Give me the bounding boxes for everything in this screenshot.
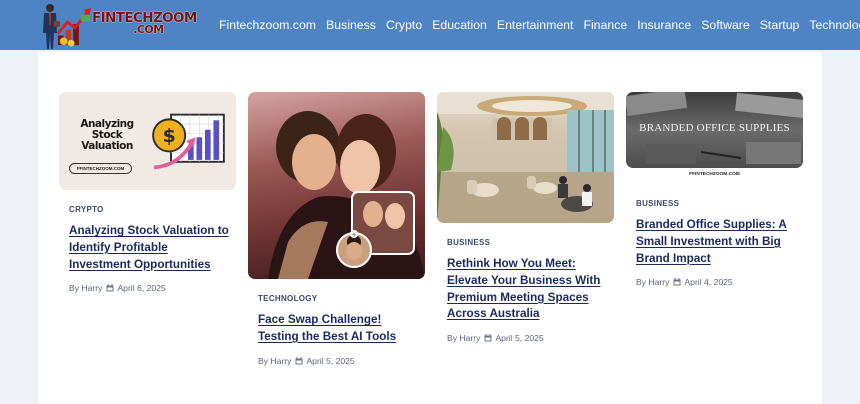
post-card: + TECHNOLOGY Face Swap Challenge! Testin… [248,92,425,366]
post-author[interactable]: By Harry [69,283,102,293]
nav-item-software[interactable]: Software [701,18,750,32]
stock-chart-illustration-icon: $ [152,113,225,170]
post-card: Analyzing Stock Valuation FFINTECHZOOM.C… [59,92,236,293]
site-header: FINTECHZOOM .COM Fintechzoom.com Busines… [0,0,860,50]
nav-item-crypto[interactable]: Crypto [386,18,422,32]
nav-item-business[interactable]: Business [326,18,376,32]
post-byline: By Harry April 5, 2025 [447,333,614,343]
thumbnail-heading: Analyzing Stock Valuation [80,118,134,152]
post-date: April 6, 2025 [117,283,166,294]
post-date: April 5, 2025 [306,355,355,366]
calendar-icon [484,334,492,342]
svg-text:$: $ [163,126,176,147]
post-card: BUSINESS Rethink How You Meet: Elevate Y… [437,92,614,343]
calendar-icon [106,284,114,292]
nav-item-technology[interactable]: Technology [809,18,860,32]
post-category[interactable]: BUSINESS [636,199,803,208]
post-thumbnail[interactable] [437,92,614,223]
nav-item-finance[interactable]: Finance [583,18,627,32]
post-author[interactable]: By Harry [258,356,291,366]
post-thumbnail[interactable]: Analyzing Stock Valuation FFINTECHZOOM.C… [59,92,236,190]
post-byline: By Harry April 6, 2025 [69,283,236,293]
growth-chart-logo-icon [56,8,92,47]
thumbnail-heading: BRANDED OFFICE SUPPLIES [639,122,790,134]
post-byline: By Harry April 5, 2025 [258,356,425,366]
nav-item-startup[interactable]: Startup [760,18,800,32]
post-category[interactable]: BUSINESS [447,238,614,247]
post-title-link[interactable]: Branded Office Supplies: A Small Investm… [636,217,799,267]
post-author[interactable]: By Harry [636,277,669,287]
post-thumbnail[interactable]: + [248,92,425,279]
post-author[interactable]: By Harry [447,333,480,343]
post-card: BRANDED OFFICE SUPPLIES FFINTECHZOOM.COM… [626,92,803,287]
nav-item-entertainment[interactable]: Entertainment [497,18,574,32]
main-nav: Fintechzoom.com Business Crypto Educatio… [214,0,860,50]
post-date: April 4, 2025 [684,277,733,288]
calendar-icon [673,278,681,286]
nav-item-education[interactable]: Education [432,18,487,32]
meeting-room-photo-icon [437,92,614,223]
post-title-link[interactable]: Rethink How You Meet: Elevate Your Busin… [447,256,610,323]
nav-item-insurance[interactable]: Insurance [637,18,691,32]
post-category[interactable]: TECHNOLOGY [258,294,425,303]
site-logo[interactable]: FINTECHZOOM .COM [36,3,197,49]
face-swap-photo-icon: + [268,111,425,279]
svg-text:+: + [351,231,357,239]
post-title-link[interactable]: Analyzing Stock Valuation to Identify Pr… [69,223,232,273]
nav-item-fintechzoom[interactable]: Fintechzoom.com [219,18,316,32]
post-thumbnail[interactable]: BRANDED OFFICE SUPPLIES [626,92,803,168]
thumbnail-site-badge: FFINTECHZOOM.COM [69,163,132,174]
logo-wordmark: FINTECHZOOM .COM [92,10,197,36]
posts-panel: Analyzing Stock Valuation FFINTECHZOOM.C… [38,52,822,404]
thumbnail-site-caption: FFINTECHZOOM.COM [689,172,740,177]
post-date: April 5, 2025 [495,333,544,344]
post-title-link[interactable]: Face Swap Challenge! Testing the Best AI… [258,312,421,346]
post-byline: By Harry April 4, 2025 [636,277,803,287]
calendar-icon [295,356,303,365]
post-category[interactable]: CRYPTO [69,205,236,214]
